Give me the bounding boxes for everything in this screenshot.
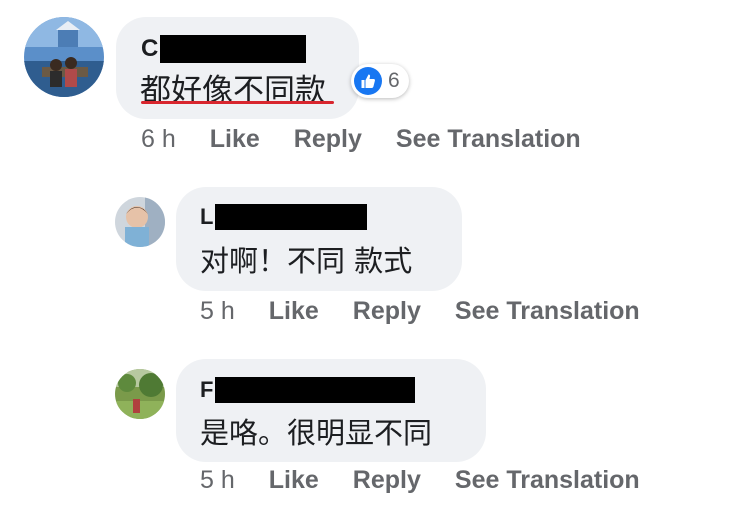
- like-button[interactable]: Like: [269, 297, 319, 326]
- comment-actions: 5 h Like Reply See Translation: [200, 466, 640, 495]
- see-translation-link[interactable]: See Translation: [455, 297, 640, 326]
- avatar-photo-icon: [24, 17, 104, 97]
- commenter-avatar[interactable]: [115, 197, 165, 247]
- redacted-name-bar: [215, 377, 416, 403]
- redacted-name-bar: [160, 35, 307, 63]
- like-button[interactable]: Like: [269, 466, 319, 495]
- commenter-avatar[interactable]: [115, 369, 165, 419]
- red-underline-mark: [141, 101, 334, 104]
- comment-text: 对啊！不同 款式: [200, 244, 413, 278]
- comment-text: 是咯。很明显不同: [200, 416, 433, 450]
- comment-actions: 5 h Like Reply See Translation: [200, 297, 640, 326]
- reaction-count: 6: [388, 69, 400, 92]
- commenter-name-initial: C: [141, 35, 159, 62]
- commenter-name[interactable]: F: [200, 377, 416, 403]
- commenter-avatar[interactable]: [24, 17, 104, 97]
- thumbs-up-icon: [354, 67, 382, 95]
- reply-button[interactable]: Reply: [353, 466, 421, 495]
- reply-button[interactable]: Reply: [294, 125, 362, 154]
- redacted-name-bar: [215, 204, 368, 230]
- avatar-photo-icon: [115, 369, 165, 419]
- commenter-name[interactable]: C: [141, 35, 307, 63]
- avatar-photo-icon: [115, 197, 165, 247]
- comment-actions: 6 h Like Reply See Translation: [141, 125, 581, 154]
- like-button[interactable]: Like: [210, 125, 260, 154]
- timestamp[interactable]: 5 h: [200, 466, 235, 495]
- timestamp[interactable]: 5 h: [200, 297, 235, 326]
- reply-button[interactable]: Reply: [353, 297, 421, 326]
- see-translation-link[interactable]: See Translation: [455, 466, 640, 495]
- commenter-name-initial: F: [200, 377, 214, 402]
- reaction-badge[interactable]: 6: [351, 64, 409, 98]
- see-translation-link[interactable]: See Translation: [396, 125, 581, 154]
- commenter-name[interactable]: L: [200, 204, 368, 230]
- commenter-name-initial: L: [200, 204, 214, 229]
- timestamp[interactable]: 6 h: [141, 125, 176, 154]
